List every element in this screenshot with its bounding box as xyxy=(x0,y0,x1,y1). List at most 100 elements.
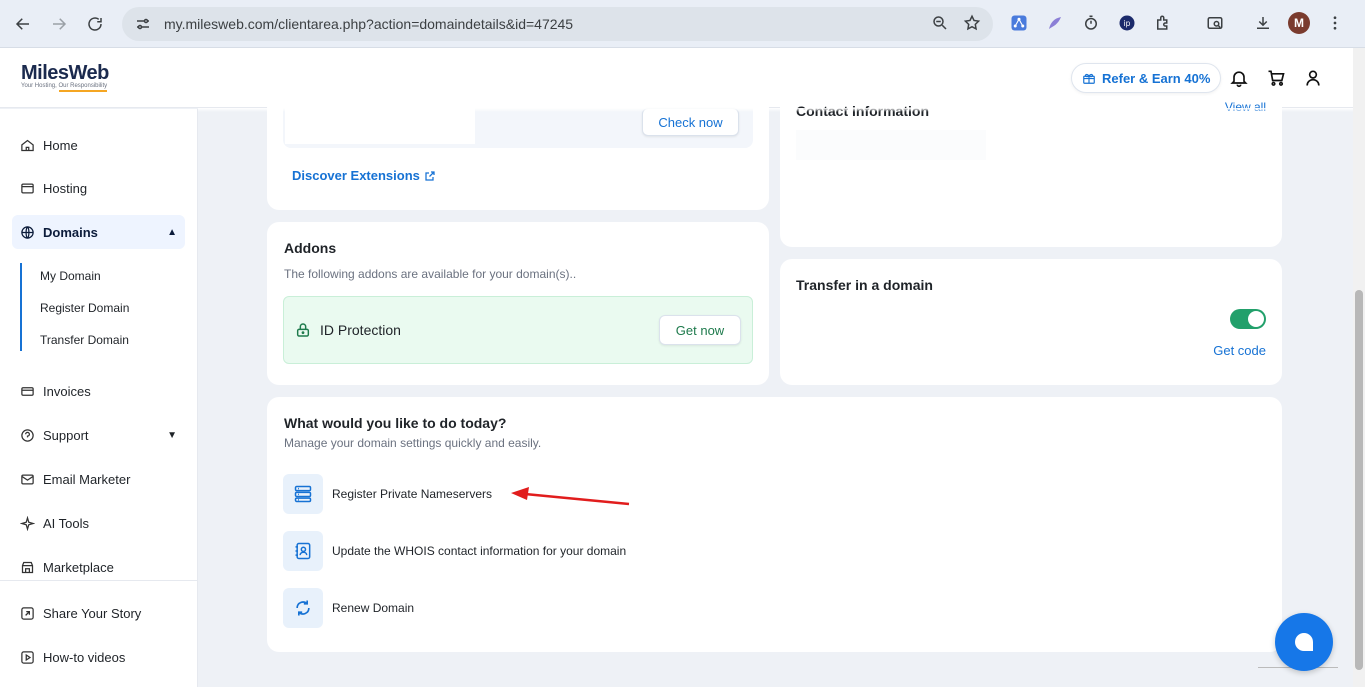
bell-icon[interactable] xyxy=(1229,68,1249,88)
brand-name: MilesWeb xyxy=(21,62,109,84)
actions-title: What would you like to do today? xyxy=(284,415,507,431)
action-label: Renew Domain xyxy=(332,601,415,615)
download-icon[interactable] xyxy=(1252,12,1274,34)
addons-title: Addons xyxy=(284,240,337,256)
contact-card: Contact information View all xyxy=(780,96,1282,247)
extensions-card: Check now Discover Extensions xyxy=(267,96,769,210)
sidebar-item-hosting[interactable]: Hosting xyxy=(12,171,185,205)
sidebar-item-label: Share Your Story xyxy=(43,605,142,621)
actions-card: What would you like to do today? Manage … xyxy=(267,397,1282,652)
sidebar-item-label: Home xyxy=(43,137,78,153)
site-settings-icon[interactable] xyxy=(134,15,152,33)
hosting-icon xyxy=(21,183,34,193)
sidebar-item-marketplace[interactable]: Marketplace xyxy=(12,550,185,584)
transfer-title: Transfer in a domain xyxy=(796,277,933,293)
action-register-nameservers[interactable]: Register Private Nameservers xyxy=(283,474,492,514)
url-text: my.milesweb.com/clientarea.php?action=do… xyxy=(164,16,574,32)
action-label: Register Private Nameservers xyxy=(332,487,493,501)
addons-subtitle: The following addons are available for y… xyxy=(284,267,577,281)
sidebar-item-label: Support xyxy=(43,427,89,443)
address-bar[interactable]: my.milesweb.com/clientarea.php?action=do… xyxy=(122,7,993,41)
reload-icon[interactable] xyxy=(77,6,113,42)
external-link-icon xyxy=(425,170,435,181)
logo-underline xyxy=(59,90,107,92)
domains-submenu: My Domain Register Domain Transfer Domai… xyxy=(20,263,180,351)
sidebar-item-ai-tools[interactable]: AI Tools xyxy=(12,506,185,540)
sidebar-item-email-marketer[interactable]: Email Marketer xyxy=(12,462,185,496)
contact-placeholder xyxy=(796,130,986,160)
sidebar-item-label: Hosting xyxy=(43,180,88,196)
chevron-up-icon: ▲ xyxy=(167,226,177,238)
refer-earn-button[interactable]: Refer & Earn 40% xyxy=(1071,63,1222,93)
extension-ip-icon[interactable]: ip xyxy=(1116,12,1138,34)
cart-icon[interactable] xyxy=(1266,68,1286,88)
sidebar-item-label: How-to videos xyxy=(43,649,126,665)
extension-share-icon[interactable] xyxy=(1008,12,1030,34)
tab-search-icon[interactable] xyxy=(1204,12,1226,34)
sidebar-subitem-my-domain[interactable]: My Domain xyxy=(40,269,101,283)
sidebar-item-how-to-videos[interactable]: How-to videos xyxy=(12,640,185,674)
actions-subtitle: Manage your domain settings quickly and … xyxy=(284,436,542,450)
browser-menu-icon[interactable] xyxy=(1324,12,1346,34)
sidebar-item-support[interactable]: Support ▼ xyxy=(12,418,185,452)
extension-search-area: Check now xyxy=(283,108,753,148)
svg-text:ip: ip xyxy=(1124,19,1131,28)
transfer-toggle[interactable] xyxy=(1230,309,1266,329)
sidebar-item-label: AI Tools xyxy=(43,515,90,531)
chevron-down-icon: ▼ xyxy=(167,429,177,441)
check-now-button[interactable]: Check now xyxy=(642,108,739,136)
extension-feather-icon[interactable] xyxy=(1044,12,1066,34)
extension-timer-icon[interactable] xyxy=(1080,12,1102,34)
user-icon[interactable] xyxy=(1303,68,1323,88)
addons-card: Addons The following addons are availabl… xyxy=(267,222,769,385)
id-protection-addon: ID Protection Get now xyxy=(283,296,753,364)
get-now-button[interactable]: Get now xyxy=(659,315,741,345)
forward-icon[interactable] xyxy=(41,6,77,42)
store-icon xyxy=(21,561,34,573)
lock-icon xyxy=(296,323,310,337)
renew-icon xyxy=(283,588,323,628)
action-update-whois[interactable]: Update the WHOIS contact information for… xyxy=(283,531,626,571)
sparkle-icon xyxy=(20,515,35,531)
video-icon xyxy=(21,650,34,664)
get-code-link[interactable]: Get code xyxy=(1213,343,1266,358)
action-label: Update the WHOIS contact information for… xyxy=(332,544,627,558)
sidebar-item-label: Invoices xyxy=(43,383,91,399)
toggle-knob xyxy=(1248,311,1264,327)
mail-icon xyxy=(21,474,34,484)
extension-input[interactable] xyxy=(285,108,475,144)
share-icon xyxy=(21,606,34,620)
sidebar-item-invoices[interactable]: Invoices xyxy=(12,374,185,408)
profile-avatar[interactable]: M xyxy=(1288,12,1310,34)
annotation-arrow-icon xyxy=(511,487,630,506)
scrollbar-thumb[interactable] xyxy=(1355,290,1363,670)
sidebar-subitem-transfer-domain[interactable]: Transfer Domain xyxy=(40,333,129,347)
back-icon[interactable] xyxy=(5,6,41,42)
sidebar-item-share-story[interactable]: Share Your Story xyxy=(12,596,185,630)
action-renew-domain[interactable]: Renew Domain xyxy=(283,588,414,628)
discover-extensions-link[interactable]: Discover Extensions xyxy=(292,168,436,183)
sidebar-item-label: Domains xyxy=(43,224,98,240)
refer-earn-label: Refer & Earn 40% xyxy=(1102,70,1211,86)
sidebar-item-home[interactable]: Home xyxy=(12,128,185,162)
gift-icon xyxy=(1083,73,1095,84)
addon-name: ID Protection xyxy=(320,322,401,338)
discover-extensions-label: Discover Extensions xyxy=(292,168,420,183)
bookmark-star-icon[interactable] xyxy=(963,14,981,32)
transfer-card: Transfer in a domain Get code xyxy=(780,259,1282,385)
support-icon xyxy=(21,428,34,442)
server-icon xyxy=(283,474,323,514)
chat-bubble-icon xyxy=(1295,633,1313,651)
sidebar-item-domains[interactable]: Domains ▲ xyxy=(12,215,185,249)
sidebar: Home Hosting Domains ▲ My Domain Registe… xyxy=(0,109,198,687)
chat-widget-button[interactable] xyxy=(1275,613,1333,671)
milesweb-logo[interactable]: MilesWeb Your Hosting, Our Responsibilit… xyxy=(21,62,109,92)
zoom-icon[interactable] xyxy=(931,14,949,32)
sidebar-divider xyxy=(0,580,197,581)
globe-icon xyxy=(21,225,34,239)
invoice-icon xyxy=(21,386,34,396)
home-icon xyxy=(21,139,34,151)
extensions-puzzle-icon[interactable] xyxy=(1152,12,1174,34)
sidebar-subitem-register-domain[interactable]: Register Domain xyxy=(40,301,129,315)
sidebar-item-label: Marketplace xyxy=(43,559,114,575)
